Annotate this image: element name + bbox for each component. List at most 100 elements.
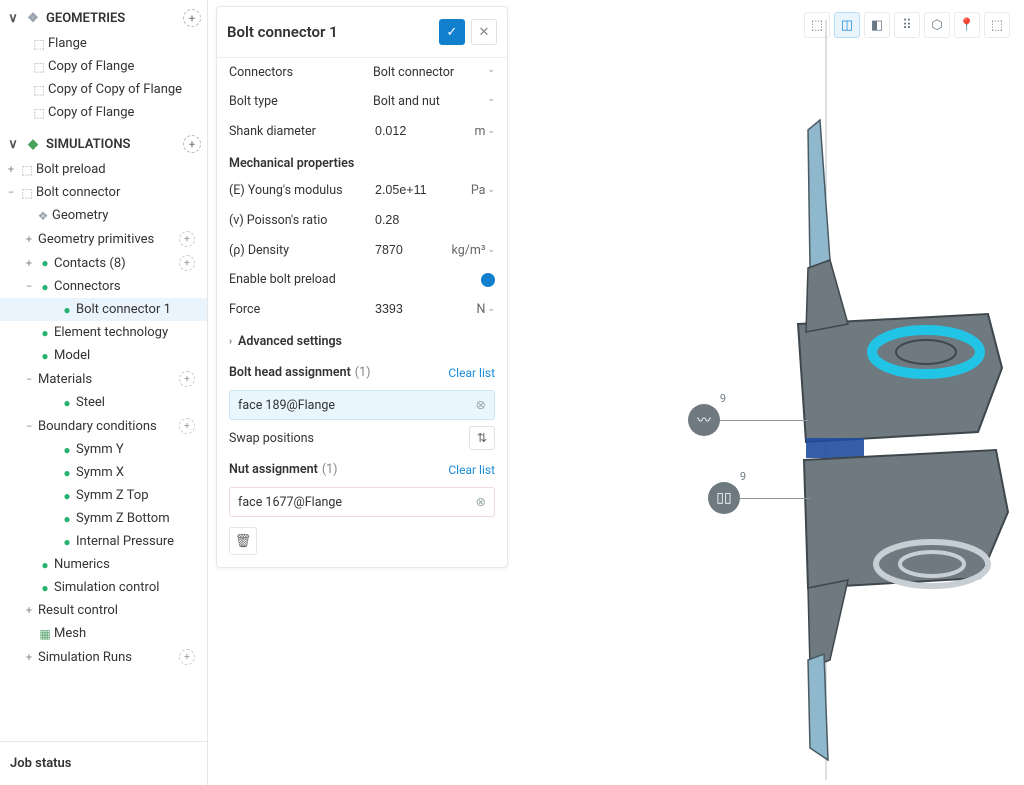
sim-item-bolt-preload[interactable]: +⬚Bolt preload xyxy=(0,158,207,181)
chevron-down-icon[interactable]: ⌄ xyxy=(487,126,495,136)
chevron-down-icon: ⌄ xyxy=(487,94,495,109)
row-poisson: (ν) Poisson's ratio xyxy=(217,205,507,235)
annotation-badge[interactable]: ▯▯ 9 xyxy=(708,482,740,514)
add-button[interactable]: + xyxy=(179,231,195,247)
wave-icon: 〰 xyxy=(697,410,711,430)
tree-item-symm-x[interactable]: ●Symm X xyxy=(0,461,207,484)
add-button[interactable]: + xyxy=(179,371,195,387)
collapse-icon[interactable]: − xyxy=(22,280,36,293)
row-connectors[interactable]: Connectors Bolt connector⌄ xyxy=(217,58,507,87)
simulations-section[interactable]: ∨ ◆ SIMULATIONS + xyxy=(0,130,207,158)
clear-list-button[interactable]: Clear list xyxy=(448,463,495,477)
sim-item-bolt-connector[interactable]: −⬚Bolt connector xyxy=(0,181,207,204)
remove-icon[interactable]: ⊗ xyxy=(476,397,486,413)
expand-icon[interactable]: + xyxy=(4,163,18,176)
annotation-badge[interactable]: 〰 9 xyxy=(688,404,720,436)
poisson-input[interactable] xyxy=(373,212,461,228)
expand-icon[interactable]: + xyxy=(22,233,36,246)
tree-item-symm-y[interactable]: ●Symm Y xyxy=(0,438,207,461)
preload-toggle[interactable] xyxy=(481,273,495,287)
swap-button[interactable]: ⇅ xyxy=(469,426,495,450)
advanced-settings-toggle[interactable]: › Advanced settings xyxy=(217,324,507,359)
sim-icon: ⬚ xyxy=(18,163,36,177)
tree-item-simulation-control[interactable]: ●Simulation control xyxy=(0,576,207,599)
collapse-icon[interactable]: − xyxy=(22,420,36,433)
sidebar: ∨ ❖ GEOMETRIES + ⬚Flange ⬚Copy of Flange… xyxy=(0,0,208,785)
leader-line xyxy=(718,420,808,421)
part-icon: ⬚ xyxy=(30,106,48,120)
viewport[interactable]: ⬚ ◫ ◧ ⠿ ⬡ 📍 ⬚ xyxy=(508,0,1024,785)
tree-item-element-technology[interactable]: ●Element technology xyxy=(0,321,207,344)
tree-item-simulation-runs[interactable]: +Simulation Runs+ xyxy=(0,645,207,669)
force-input[interactable] xyxy=(373,301,461,317)
chevron-right-icon: › xyxy=(229,336,232,347)
density-input[interactable] xyxy=(373,242,461,258)
tree-item-mesh[interactable]: ▦Mesh xyxy=(0,622,207,645)
tree-item-result-control[interactable]: +Result control xyxy=(0,599,207,622)
chevron-down-icon[interactable]: ⌄ xyxy=(487,245,495,255)
tree-item-steel[interactable]: ●Steel xyxy=(0,391,207,414)
bolt-head-assignment-header: Bolt head assignment (1) Clear list xyxy=(217,359,507,386)
check-icon: ● xyxy=(58,466,76,480)
tree-item-geometry-primitives[interactable]: +Geometry primitives+ xyxy=(0,227,207,251)
part-icon: ⬚ xyxy=(30,37,48,51)
part-icon: ⬚ xyxy=(30,83,48,97)
delete-button[interactable]: 🗑 xyxy=(229,527,257,555)
collapse-icon[interactable]: − xyxy=(4,186,18,199)
row-bolt-type[interactable]: Bolt type Bolt and nut⌄ xyxy=(217,87,507,116)
geometry-item[interactable]: ⬚Flange xyxy=(0,32,207,55)
badge-count: 9 xyxy=(720,392,726,405)
geometry-icon: ❖ xyxy=(34,209,52,223)
add-simulation-button[interactable]: + xyxy=(183,135,201,153)
expand-icon[interactable]: + xyxy=(22,651,36,664)
model-view[interactable] xyxy=(508,0,1024,785)
expand-icon[interactable]: + xyxy=(22,604,36,617)
tree-item-connectors[interactable]: −●Connectors xyxy=(0,275,207,298)
add-button[interactable]: + xyxy=(179,649,195,665)
badge-count: 9 xyxy=(740,470,746,483)
clear-list-button[interactable]: Clear list xyxy=(448,366,495,380)
add-geometry-button[interactable]: + xyxy=(183,9,201,27)
geometry-item[interactable]: ⬚Copy of Flange xyxy=(0,101,207,124)
tree-item-symm-z-top[interactable]: ●Symm Z Top xyxy=(0,484,207,507)
row-force: Force N⌄ xyxy=(217,294,507,324)
add-button[interactable]: + xyxy=(179,418,195,434)
check-icon: ● xyxy=(36,326,54,340)
swap-positions: Swap positions ⇅ xyxy=(229,426,495,450)
section-title: SIMULATIONS xyxy=(46,137,130,152)
geometry-item[interactable]: ⬚Copy of Copy of Flange xyxy=(0,78,207,101)
check-icon: ● xyxy=(58,535,76,549)
tree-item-materials[interactable]: −Materials+ xyxy=(0,367,207,391)
add-button[interactable]: + xyxy=(179,255,195,271)
check-icon: ● xyxy=(58,489,76,503)
book-icon: ▯▯ xyxy=(716,490,731,506)
tree-item-internal-pressure[interactable]: ●Internal Pressure xyxy=(0,530,207,553)
check-icon: ● xyxy=(36,280,54,294)
tree-item-geometry[interactable]: ❖Geometry xyxy=(0,204,207,227)
expand-icon[interactable]: + xyxy=(22,257,36,270)
section-title: GEOMETRIES xyxy=(46,11,125,26)
check-icon: ● xyxy=(58,443,76,457)
job-status[interactable]: Job status xyxy=(0,741,207,785)
bolt-head-chip[interactable]: face 189@Flange ⊗ xyxy=(229,390,495,420)
geometry-item[interactable]: ⬚Copy of Flange xyxy=(0,55,207,78)
shank-diameter-input[interactable] xyxy=(373,123,461,139)
chevron-down-icon[interactable]: ∨ xyxy=(6,11,20,26)
geometries-section[interactable]: ∨ ❖ GEOMETRIES + xyxy=(0,4,207,32)
close-button[interactable]: ✕ xyxy=(471,19,497,45)
tree-item-boundary-conditions[interactable]: −Boundary conditions+ xyxy=(0,414,207,438)
tree-item-symm-z-bottom[interactable]: ●Symm Z Bottom xyxy=(0,507,207,530)
tree-item-numerics[interactable]: ●Numerics xyxy=(0,553,207,576)
check-icon: ● xyxy=(36,256,54,270)
remove-icon[interactable]: ⊗ xyxy=(476,494,486,510)
tree-item-contacts[interactable]: +●Contacts (8)+ xyxy=(0,251,207,275)
chevron-down-icon[interactable]: ⌄ xyxy=(487,185,495,195)
tree-item-bolt-connector-1[interactable]: ●Bolt connector 1 xyxy=(0,298,207,321)
chevron-down-icon[interactable]: ∨ xyxy=(6,137,20,152)
confirm-button[interactable]: ✓ xyxy=(439,19,465,45)
tree-item-model[interactable]: ●Model xyxy=(0,344,207,367)
collapse-icon[interactable]: − xyxy=(22,373,36,386)
nut-chip[interactable]: face 1677@Flange ⊗ xyxy=(229,487,495,517)
youngs-input[interactable] xyxy=(373,182,461,198)
chevron-down-icon[interactable]: ⌄ xyxy=(487,304,495,314)
